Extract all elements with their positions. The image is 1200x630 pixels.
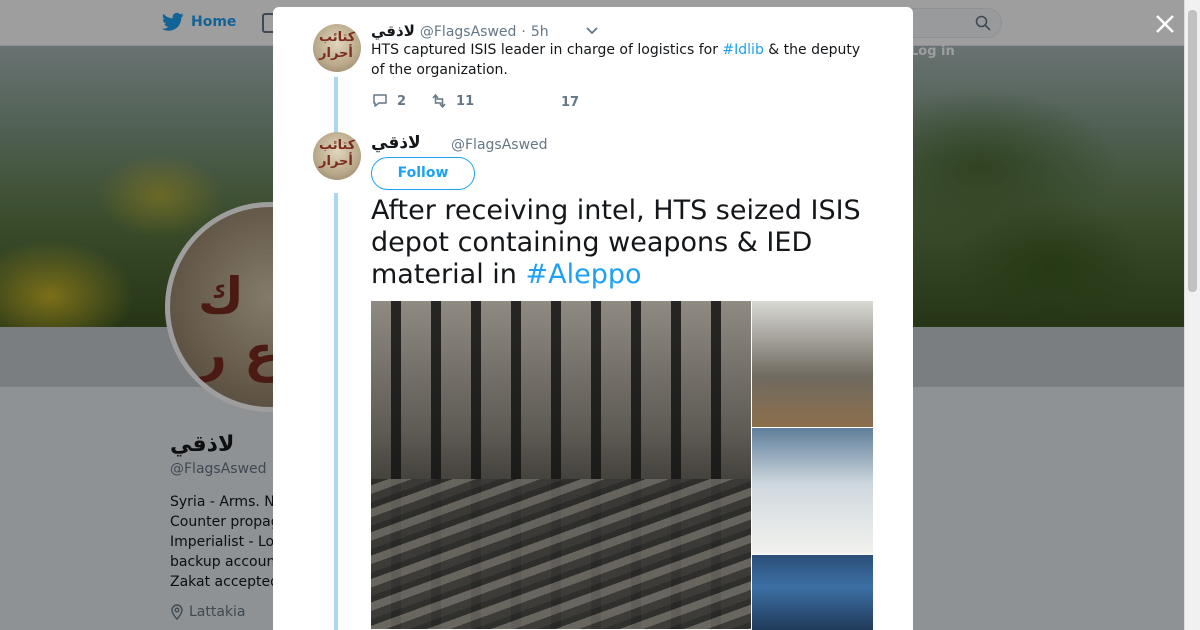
tweet-modal: كتائب أحرار لاذقي @FlagsAswed · 5h HTS ca… xyxy=(273,7,913,630)
tweet-header: لاذقي @FlagsAswed · 5h xyxy=(371,22,549,40)
tweet-photo[interactable] xyxy=(371,301,751,629)
retweet-button[interactable]: 11 xyxy=(430,92,474,110)
close-icon[interactable] xyxy=(1153,12,1177,36)
page-scrollbar[interactable] xyxy=(1184,0,1200,630)
retweet-icon xyxy=(432,93,446,109)
retweet-count: 11 xyxy=(456,93,475,109)
tweet-author-handle[interactable]: @FlagsAswed xyxy=(420,24,517,40)
tweet-timestamp[interactable]: 5h xyxy=(531,24,549,40)
tweet-photo[interactable] xyxy=(752,301,873,427)
scrollbar-thumb[interactable] xyxy=(1188,10,1197,292)
hashtag-link[interactable]: #Aleppo xyxy=(525,259,641,290)
avatar[interactable]: كتائب أحرار xyxy=(313,132,361,180)
tweet-actions: 2 11 xyxy=(371,92,498,110)
tweet-text: After receiving intel, HTS seized ISIS d… xyxy=(371,195,891,291)
thread-connector xyxy=(334,77,338,137)
separator-dot: · xyxy=(521,24,526,40)
tweet-photo[interactable] xyxy=(752,555,873,630)
tweet-author-handle[interactable]: @FlagsAswed xyxy=(451,137,548,153)
follow-button[interactable]: Follow xyxy=(371,157,475,190)
tweet-media-grid xyxy=(371,301,873,630)
like-count[interactable]: 17 xyxy=(561,95,579,110)
tweet-author-name[interactable]: لاذقي xyxy=(371,22,415,40)
tweet-text: HTS captured ISIS leader in charge of lo… xyxy=(371,40,871,80)
tweet-author-name[interactable]: لاذقي xyxy=(371,133,421,153)
thread-connector xyxy=(334,193,338,630)
avatar[interactable]: كتائب أحرار xyxy=(313,24,361,72)
reply-icon xyxy=(373,94,387,107)
reply-count: 2 xyxy=(397,93,407,109)
chevron-down-icon[interactable] xyxy=(585,26,599,36)
hashtag-link[interactable]: #Idlib xyxy=(722,42,763,58)
tweet-text-part: HTS captured ISIS leader in charge of lo… xyxy=(371,42,723,58)
tweet-photo[interactable] xyxy=(752,428,873,554)
reply-button[interactable]: 2 xyxy=(371,92,406,110)
avatar-logo-glyph: كتائب أحرار xyxy=(319,138,356,169)
avatar-logo-glyph: كتائب أحرار xyxy=(319,30,356,61)
